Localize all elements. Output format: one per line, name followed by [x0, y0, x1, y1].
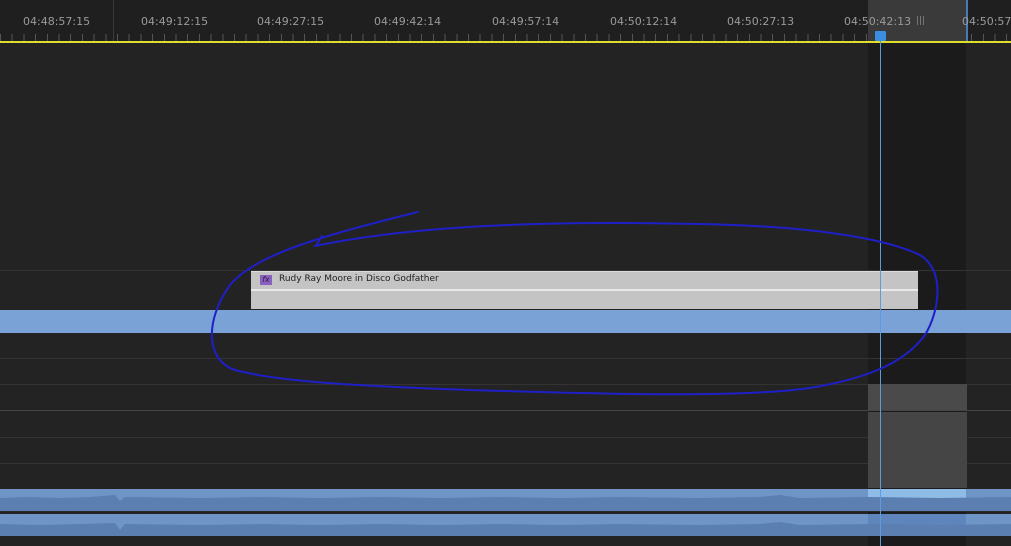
track-divider: [0, 358, 1011, 359]
audio-waveform: [0, 522, 1011, 536]
track-divider: [0, 410, 1011, 411]
clip-name: Rudy Ray Moore in Disco Godfather: [279, 274, 439, 284]
ruler-timecode: 04:50:27:13: [727, 15, 795, 28]
ruler-timecode: 04:50:42:13: [844, 15, 912, 28]
video-clip[interactable]: fx Rudy Ray Moore in Disco Godfather: [251, 271, 918, 309]
ruler-timecode: 04:49:42:14: [374, 15, 442, 28]
track-divider: [0, 463, 1011, 464]
ruler-timecode: 04:49:27:15: [257, 15, 325, 28]
work-area-handle[interactable]: |||: [916, 16, 925, 26]
selection-bar[interactable]: [0, 310, 1011, 333]
ruler-timecode: 04:50:12:14: [610, 15, 678, 28]
playhead-line[interactable]: [880, 40, 881, 546]
empty-region-block: [868, 412, 967, 488]
fx-badge-icon[interactable]: fx: [260, 275, 272, 285]
audio-waveform: [0, 495, 1011, 511]
time-ruler[interactable]: ||| 04:48:57:15 04:49:12:15 04:49:27:15 …: [0, 0, 1011, 43]
clip-opacity-line[interactable]: [251, 289, 918, 291]
audio-clip-a2[interactable]: [0, 514, 1011, 536]
ruler-divider: [113, 0, 114, 42]
ruler-timecode: 04:49:12:15: [141, 15, 209, 28]
empty-region-block: [868, 384, 967, 410]
track-divider: [0, 437, 1011, 438]
ruler-timecode: 04:48:57:15: [23, 15, 91, 28]
audio-clip-a1[interactable]: [0, 489, 1011, 511]
playhead-handle[interactable]: [875, 31, 886, 41]
render-bar: [0, 41, 1011, 43]
track-divider: [0, 384, 1011, 385]
ruler-timecode: 04:49:57:14: [492, 15, 560, 28]
ruler-timecode: 04:50:57:13: [962, 15, 1011, 28]
track-divider: [0, 511, 1011, 512]
